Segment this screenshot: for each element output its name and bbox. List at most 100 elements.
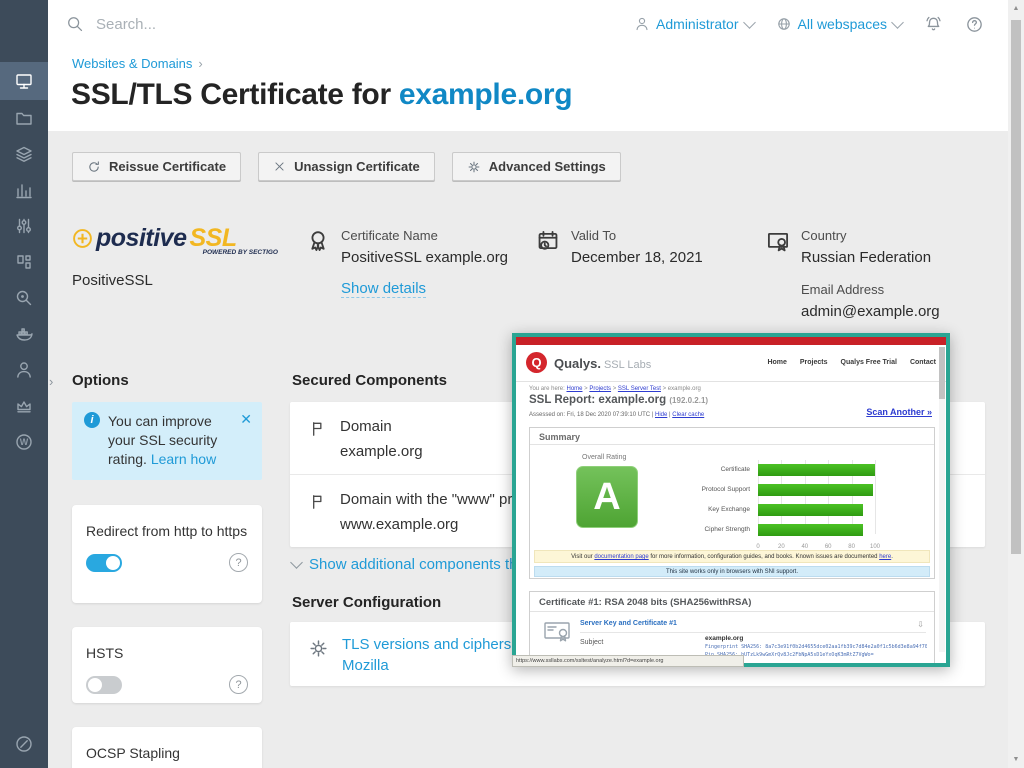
redirect-https-toggle[interactable] (86, 554, 122, 572)
crumb-current: example.org (668, 386, 701, 392)
learn-how-link[interactable]: Learn how (151, 451, 216, 467)
scan-another-link[interactable]: Scan Another » (866, 407, 932, 417)
summary-title: Summary (530, 428, 934, 445)
info-icon: i (84, 412, 100, 428)
grade-badge: A (576, 466, 638, 528)
chart-category: Certificate (640, 466, 750, 473)
seo-search-icon (14, 288, 34, 308)
search-input[interactable] (94, 15, 398, 34)
ocsp-stapling-label: OCSP Stapling (86, 743, 248, 763)
reissue-certificate-button[interactable]: Reissue Certificate (72, 152, 241, 181)
page-scrollbar[interactable]: ▲ ▼ (1008, 0, 1024, 768)
compass-icon (14, 734, 34, 754)
sidebar-item-tools-settings[interactable] (0, 208, 48, 244)
unassign-certificate-button[interactable]: Unassign Certificate (258, 152, 435, 181)
server-configuration-heading: Server Configuration (292, 594, 441, 611)
advanced-settings-button[interactable]: Advanced Settings (452, 152, 621, 181)
hsts-toggle[interactable] (86, 676, 122, 694)
sliders-icon (14, 216, 34, 236)
crumb-projects-link[interactable]: Projects (589, 386, 611, 392)
assessed-line: Assessed on: Fri, 18 Dec 2020 07:39:10 U… (529, 412, 704, 418)
summary-panel: Summary Overall Rating A Certificate Pro… (529, 427, 935, 579)
plesk-screen: W Administrator A (0, 0, 1024, 768)
user-icon (14, 360, 34, 380)
overlay-scrollbar-thumb[interactable] (939, 347, 945, 399)
nav-contact[interactable]: Contact (910, 359, 936, 366)
administrator-menu[interactable]: Administrator (634, 16, 753, 32)
overall-rating-label: Overall Rating (582, 454, 626, 461)
chevron-down-icon (891, 16, 904, 29)
rosette-icon (305, 228, 331, 254)
folder-icon (14, 108, 34, 128)
show-details-link[interactable]: Show details (341, 280, 426, 298)
breadcrumb-link[interactable]: Websites & Domains (72, 56, 192, 71)
globe-icon (776, 16, 792, 32)
clear-cache-link[interactable]: Clear cache (672, 412, 704, 418)
sidebar-item-extensions[interactable] (0, 244, 48, 280)
user-icon (634, 16, 650, 32)
certificate-panel-header: Certificate #1: RSA 2048 bits (SHA256wit… (530, 592, 934, 612)
scroll-down-arrow[interactable]: ▼ (1008, 756, 1024, 763)
server-key-certificate-title[interactable]: Server Key and Certificate #1 (580, 620, 677, 627)
certificate-icon (544, 622, 570, 642)
email-value: admin@example.org (801, 303, 980, 320)
sidebar-item-wordpress[interactable]: W (0, 424, 48, 460)
valid-to-value: December 18, 2021 (571, 249, 750, 266)
hide-link[interactable]: Hide (655, 412, 667, 418)
alert-close-icon[interactable]: ✕ (240, 412, 252, 469)
docker-icon (14, 324, 34, 344)
sidebar-item-seo-toolkit[interactable] (0, 280, 48, 316)
chevron-down-icon (290, 556, 303, 569)
crumb-home-link[interactable]: Home (566, 386, 582, 392)
help-circle-icon[interactable]: ? (229, 553, 248, 572)
sidebar-item-statistics[interactable] (0, 172, 48, 208)
subject-label: Subject (580, 639, 603, 646)
crown-icon (14, 396, 34, 416)
chart-category: Protocol Support (640, 486, 750, 493)
nav-free-trial[interactable]: Qualys Free Trial (841, 359, 897, 366)
sidebar-item-plesk-premium[interactable] (0, 388, 48, 424)
search-icon (66, 15, 84, 33)
sidebar-item-websites-domains[interactable] (0, 62, 48, 100)
overlay-scrollbar[interactable] (939, 347, 945, 652)
breadcrumb[interactable]: Websites & Domains› (72, 56, 203, 71)
ssl-labs-label: SSL Labs (604, 359, 651, 371)
webspaces-label: All webspaces (798, 16, 888, 32)
page-title: SSL/TLS Certificate for example.org (71, 78, 572, 112)
chart-category: Cipher Strength (640, 526, 750, 533)
layers-icon (14, 144, 34, 164)
search-box[interactable] (48, 15, 634, 34)
sidebar-item-users[interactable] (0, 352, 48, 388)
notifications-bell-icon[interactable] (924, 15, 943, 34)
nav-projects[interactable]: Projects (800, 359, 828, 366)
certificate-name-label: Certificate Name (341, 228, 520, 243)
ocsp-stapling-card: OCSP Stapling (72, 727, 262, 768)
flag-icon (308, 419, 327, 438)
qualys-ssl-labs-window: Q Qualys.SSL Labs Home Projects Qualys F… (512, 333, 950, 667)
page-scrollbar-thumb[interactable] (1011, 20, 1021, 554)
sidebar-item-files[interactable] (0, 100, 48, 136)
certificate-brand: PositiveSSL (72, 272, 282, 289)
scroll-up-arrow[interactable]: ▲ (1008, 5, 1024, 12)
help-circle-icon[interactable]: ? (229, 675, 248, 694)
options-heading: Options (72, 372, 129, 389)
country-email-block: Country Russian Federation Email Address… (765, 228, 980, 320)
sidebar-item-docker[interactable] (0, 316, 48, 352)
sidebar-item-databases[interactable] (0, 136, 48, 172)
redirect-https-card: Redirect from http to https ? (72, 505, 262, 603)
nav-home[interactable]: Home (767, 359, 786, 366)
sidebar-item-feedback[interactable] (0, 726, 48, 762)
email-label: Email Address (801, 282, 980, 297)
documentation-link[interactable]: documentation page (594, 554, 648, 560)
webspaces-menu[interactable]: All webspaces (776, 16, 903, 32)
known-issues-link[interactable]: here (879, 554, 891, 560)
download-icon[interactable]: ⇩ (917, 620, 924, 629)
valid-to-label: Valid To (571, 228, 750, 243)
logo-word-positive: positive (96, 224, 186, 253)
gear-icon (308, 638, 329, 659)
alert-text: You can improve your SSL security rating… (108, 412, 232, 469)
qualys-nav: Home Projects Qualys Free Trial Contact (767, 359, 936, 366)
sidebar-expander[interactable]: › (49, 374, 53, 389)
help-icon[interactable] (965, 15, 984, 34)
crumb-ssltest-link[interactable]: SSL Server Test (618, 386, 661, 392)
